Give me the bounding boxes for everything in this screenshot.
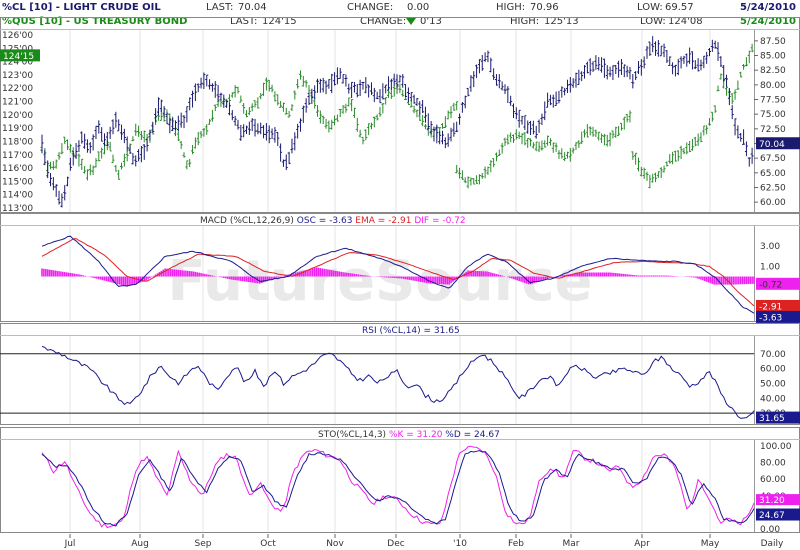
- right-tick-0: 87.50: [760, 37, 786, 47]
- rsi-panel: RSI (%CL,14) = 31.65 70.00 60.00 50.00 40.00…: [0, 326, 800, 424]
- sto-d-label: %D = 24.67: [445, 430, 500, 440]
- sto-tick-1: 80.00: [760, 459, 786, 469]
- rsi-tick-3: 40.00: [760, 394, 786, 404]
- rsi-tick-0: 70.00: [760, 350, 786, 360]
- x-label-7: Feb: [508, 539, 524, 549]
- right-tick-1: 85.00: [760, 52, 786, 62]
- x-label-2: Sep: [195, 539, 212, 549]
- x-label-0: Jul: [64, 539, 76, 549]
- x-label-5: Dec: [387, 539, 404, 549]
- sto-title-main: STO(%CL,14,3): [318, 430, 389, 440]
- sto-title: STO(%CL,14,3) %K = 31.20 %D = 24.67: [318, 430, 500, 440]
- rsi-last-label: 31.65: [759, 414, 785, 424]
- bond-last-label: 124'15: [3, 52, 34, 62]
- sto-tick-5: 0.00: [760, 525, 780, 535]
- crude-last-label: 70.04: [759, 140, 785, 150]
- rsi-title: RSI (%CL,14) = 31.65: [362, 326, 460, 336]
- macd-title-main: MACD (%CL,12,26,9): [200, 216, 297, 226]
- right-tick-8: 67.50: [760, 154, 786, 164]
- x-label-10: May: [701, 539, 720, 549]
- left-tick-0: 126'00: [2, 31, 33, 41]
- right-tick-10: 62.50: [760, 183, 786, 193]
- left-tick-6: 120'00: [2, 111, 33, 121]
- left-tick-13: 113'00: [2, 204, 33, 214]
- right-tick-2: 82.50: [760, 66, 786, 76]
- macd-tick-1: 1.00: [760, 262, 780, 272]
- macd-ema-label: EMA = -2.91: [355, 216, 414, 226]
- right-tick-5: 75.00: [760, 110, 786, 120]
- right-tick-6: 72.50: [760, 125, 786, 135]
- sto-panel: STO(%CL,14,3) %K = 31.20 %D = 24.67 100.0…: [41, 430, 800, 535]
- sto-k-line: [41, 445, 755, 529]
- right-tick-3: 80.00: [760, 81, 786, 91]
- sto-k-flag-label: 31.20: [759, 496, 785, 506]
- left-tick-9: 117'00: [2, 151, 33, 161]
- right-tick-11: 60.00: [760, 198, 786, 208]
- left-tick-8: 118'00: [2, 137, 33, 147]
- sto-d-line: [41, 450, 755, 527]
- left-tick-4: 122'00: [2, 84, 33, 94]
- rsi-tick-2: 50.00: [760, 379, 786, 389]
- price-panel: 126'00125'00124'00123'00122'00121'00120'…: [0, 31, 800, 214]
- crude-bars: [40, 36, 754, 208]
- left-tick-5: 121'00: [2, 98, 33, 108]
- x-label-4: Nov: [326, 539, 344, 549]
- sto-d-flag-label: 24.67: [759, 511, 785, 521]
- x-label-11: Daily: [761, 539, 784, 549]
- left-tick-3: 123'00: [2, 71, 33, 81]
- sto-tick-2: 60.00: [760, 475, 786, 485]
- left-tick-11: 115'00: [2, 177, 33, 187]
- x-label-3: Oct: [260, 539, 276, 549]
- left-tick-10: 116'00: [2, 164, 33, 174]
- right-tick-4: 77.50: [760, 96, 786, 106]
- rsi-tick-1: 60.00: [760, 365, 786, 375]
- price-frame: [0, 17, 800, 213]
- rsi-line: [41, 345, 755, 419]
- sto-frame: [0, 427, 800, 533]
- macd-dif-label: DIF = -0.72: [414, 216, 465, 226]
- x-label-9: Apr: [634, 539, 650, 549]
- sto-tick-0: 100.00: [760, 442, 792, 452]
- chart-svg: FutureSource 126'00125'00124'00123'00122…: [0, 17, 800, 549]
- x-label-8: Mar: [563, 539, 580, 549]
- left-tick-7: 119'00: [2, 124, 33, 134]
- bond-bars: [40, 43, 754, 189]
- x-label-6: '10: [453, 539, 467, 549]
- sto-k-label: %K = 31.20: [389, 430, 445, 440]
- x-axis: Jul Aug Sep Oct Nov Dec '10 Feb Mar Apr May Daily: [64, 534, 784, 549]
- left-tick-12: 114'00: [2, 191, 33, 201]
- macd-tick-0: 3.00: [760, 242, 780, 252]
- macd-osc-label: OSC = -3.63: [297, 216, 356, 226]
- macd-title: MACD (%CL,12,26,9) OSC = -3.63 EMA = -2.…: [200, 216, 466, 226]
- macd-last-label-0: -0.72: [759, 280, 782, 290]
- macd-last-label-2: -3.63: [759, 313, 782, 323]
- x-label-1: Aug: [131, 539, 149, 549]
- right-tick-9: 65.00: [760, 169, 786, 179]
